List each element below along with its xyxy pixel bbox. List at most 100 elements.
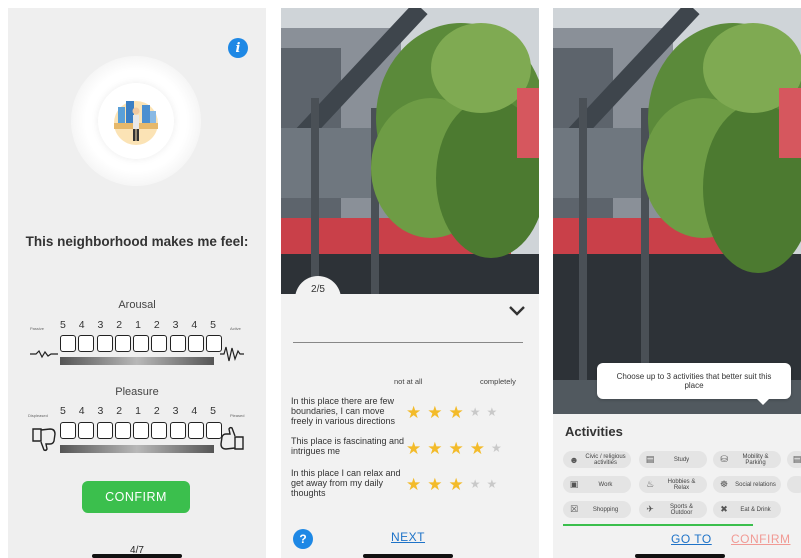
statement-text: In this place there are few boundaries, … [291, 396, 396, 426]
star-empty-icon[interactable]: ★ [470, 404, 481, 421]
star-filled-icon[interactable]: ★ [449, 440, 464, 457]
chip-partial[interactable] [787, 476, 801, 493]
scale-number: 4 [191, 319, 198, 331]
cart-icon: ☒ [569, 504, 579, 514]
chip-shopping[interactable]: ☒ Shopping [563, 501, 631, 518]
scale-number: 5 [210, 405, 216, 417]
chip-social-relations[interactable]: ☸ Social relations [713, 476, 781, 493]
arousal-option[interactable] [96, 335, 113, 352]
scale-number: 5 [60, 319, 66, 331]
confirm-button[interactable]: CONFIRM [82, 481, 190, 513]
star-filled-icon[interactable]: ★ [427, 440, 442, 457]
arousal-option[interactable] [78, 335, 95, 352]
pleasure-option[interactable] [114, 422, 131, 439]
goto-button[interactable]: GO TO [671, 532, 712, 546]
star-filled-icon[interactable]: ★ [470, 440, 485, 457]
home-indicator [363, 554, 453, 558]
chip-civic-religious[interactable]: ☻ Civic / religious activities [563, 451, 631, 468]
scale-number: 5 [210, 319, 216, 331]
street-photo [553, 8, 801, 414]
star-filled-icon[interactable]: ★ [449, 476, 464, 493]
chevron-down-icon[interactable] [509, 306, 525, 316]
chip-label: Civic / religious activities [585, 453, 626, 466]
scale-number: 5 [60, 405, 66, 417]
help-icon: ? [299, 532, 307, 546]
pleasure-option[interactable] [133, 422, 150, 439]
chip-partial[interactable]: ▤ [787, 451, 801, 468]
scale-number: 4 [78, 319, 85, 331]
calm-wave-icon [30, 349, 58, 359]
chip-eat-drink[interactable]: ✖ Eat & Drink [713, 501, 781, 518]
star-empty-icon[interactable]: ★ [491, 440, 502, 457]
activities-title: Activities [565, 424, 623, 439]
briefcase-icon: ▣ [569, 479, 579, 489]
star-empty-icon[interactable]: ★ [487, 476, 498, 493]
pleasure-option[interactable] [151, 422, 168, 439]
city-person-illustration [98, 83, 174, 159]
chip-label: Study [673, 456, 690, 463]
divider [293, 342, 523, 343]
help-button[interactable]: ? [293, 529, 313, 549]
arousal-numbers: 5 4 3 2 1 2 3 4 5 [60, 319, 216, 331]
scale-number: 3 [97, 319, 104, 331]
chip-label: Hobbies & Relax [667, 478, 696, 491]
arousal-option[interactable] [133, 335, 150, 352]
chip-mobility-parking[interactable]: ⛁ Mobility & Parking [713, 451, 781, 468]
arousal-right-label: Active [230, 326, 241, 331]
chip-label: Mobility & Parking [742, 453, 769, 466]
scale-number: 1 [135, 405, 141, 417]
star-filled-icon[interactable]: ★ [449, 404, 464, 421]
pleasure-option[interactable] [96, 422, 113, 439]
confirm-button[interactable]: CONFIRM [731, 532, 791, 546]
star-filled-icon[interactable]: ★ [406, 476, 421, 493]
info-button[interactable]: i [228, 38, 248, 58]
chip-study[interactable]: ▤ Study [639, 451, 707, 468]
star-empty-icon[interactable]: ★ [487, 404, 498, 421]
star-rating[interactable]: ★ ★ ★ ★ ★ [406, 440, 502, 457]
pleasure-option[interactable] [188, 422, 205, 439]
star-rating[interactable]: ★ ★ ★ ★ ★ [406, 404, 497, 421]
scale-number: 3 [97, 405, 104, 417]
arousal-left-label: Passive [30, 326, 45, 331]
star-empty-icon[interactable]: ★ [470, 476, 481, 493]
scale-number: 2 [153, 319, 160, 331]
arousal-scale [60, 335, 225, 352]
relax-icon: ♨ [645, 479, 655, 489]
scale-number: 2 [116, 319, 123, 331]
star-filled-icon[interactable]: ★ [406, 440, 421, 457]
chip-work[interactable]: ▣ Work [563, 476, 631, 493]
pleasure-option[interactable] [78, 422, 95, 439]
activities-screen: Choose up to 3 activities that better su… [553, 8, 801, 558]
arousal-title: Arousal [118, 299, 156, 311]
arousal-option[interactable] [60, 335, 76, 352]
chip-sports-outdoor[interactable]: ✈ Sports & Outdoor [639, 501, 707, 518]
arousal-option[interactable] [114, 335, 131, 352]
home-indicator [92, 554, 182, 558]
scale-number: 1 [135, 319, 141, 331]
info-icon: i [235, 40, 241, 56]
thumbs-down-icon [32, 428, 56, 452]
pleasure-option[interactable] [60, 422, 76, 439]
chip-hobbies-relax[interactable]: ♨ Hobbies & Relax [639, 476, 707, 493]
star-rating[interactable]: ★ ★ ★ ★ ★ [406, 476, 497, 493]
scale-number: 2 [153, 405, 160, 417]
pleasure-left-label: Displeased [28, 413, 48, 418]
arousal-option[interactable] [151, 335, 168, 352]
star-filled-icon[interactable]: ★ [427, 404, 442, 421]
pleasure-option[interactable] [169, 422, 186, 439]
arousal-gradient-bar [60, 357, 214, 365]
arousal-option[interactable] [169, 335, 186, 352]
arousal-option[interactable] [188, 335, 205, 352]
pleasure-right-label: Pleased [230, 413, 245, 418]
illustration-circle [71, 56, 201, 186]
mood-screen: i This neighborhood makes me feel: Arous… [8, 8, 266, 558]
scale-number: 4 [78, 405, 85, 417]
scale-number: 4 [191, 405, 198, 417]
excited-wave-icon [220, 346, 244, 362]
group-icon: ☸ [719, 479, 729, 489]
next-button[interactable]: NEXT [391, 530, 425, 544]
street-photo [281, 8, 539, 294]
pleasure-numbers: 5 4 3 2 1 2 3 4 5 [60, 405, 216, 417]
star-filled-icon[interactable]: ★ [427, 476, 442, 493]
star-filled-icon[interactable]: ★ [406, 404, 421, 421]
